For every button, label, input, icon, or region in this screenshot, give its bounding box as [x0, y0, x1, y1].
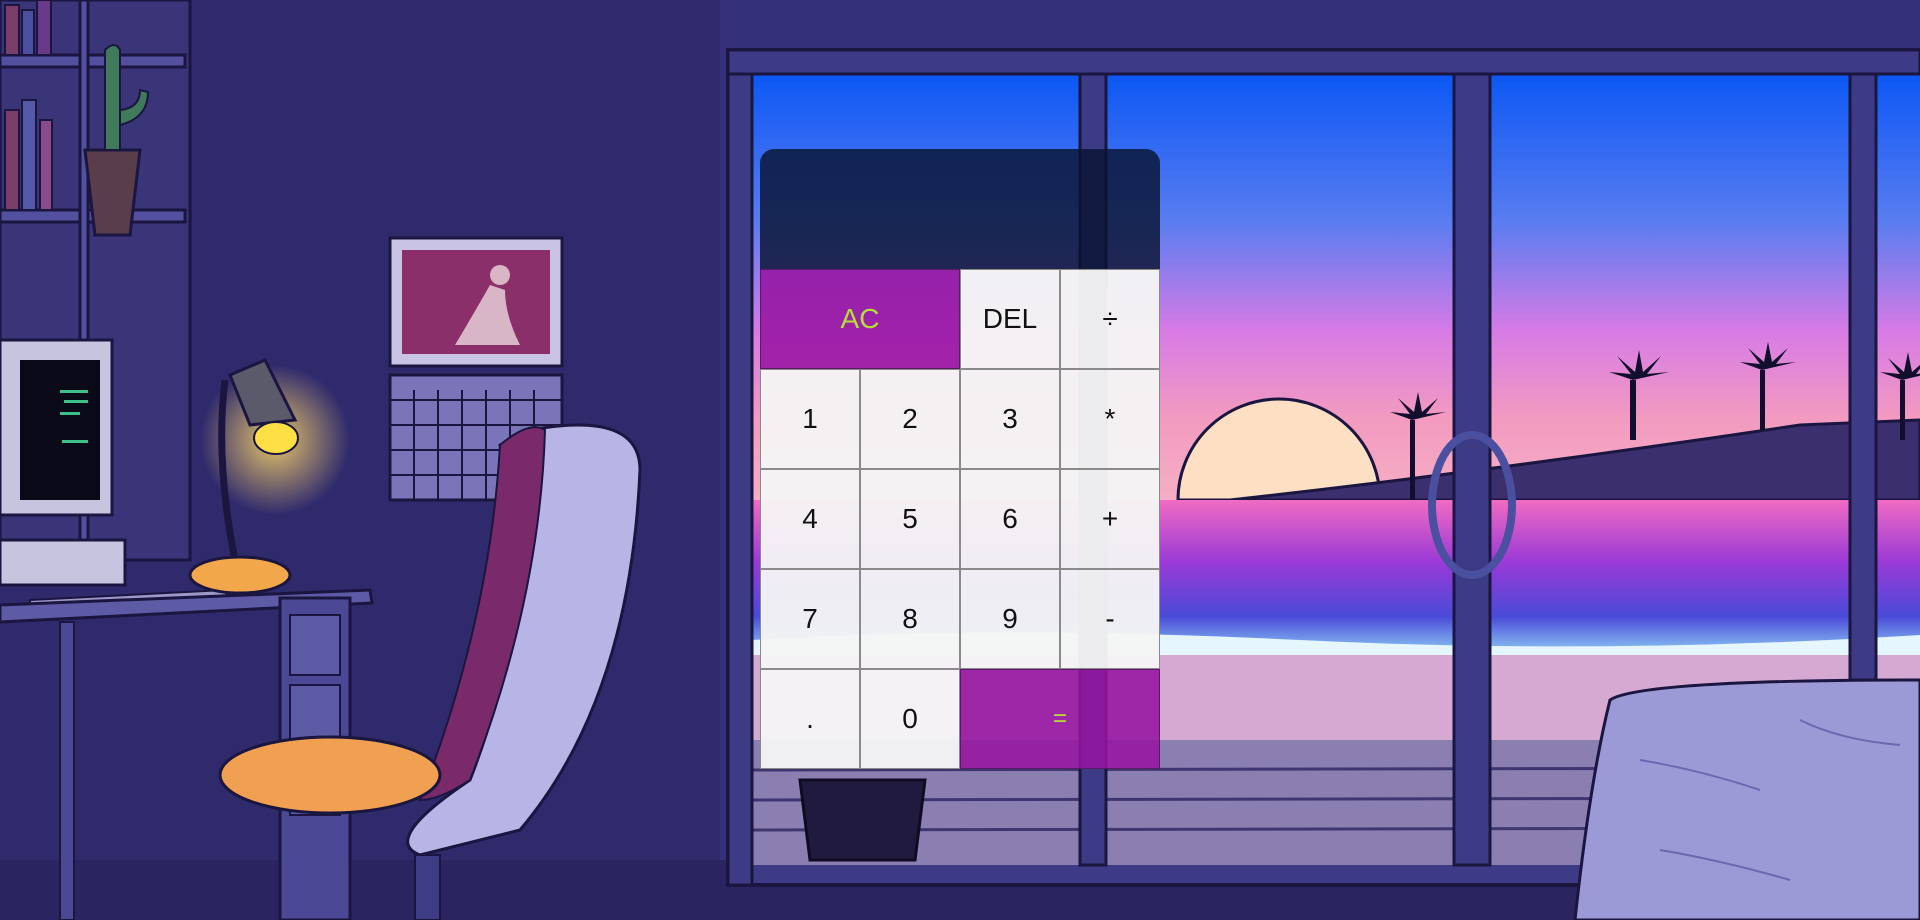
multiply-button[interactable]: *	[1060, 369, 1160, 469]
all-clear-button[interactable]: AC	[760, 269, 960, 369]
decimal-button[interactable]: .	[760, 669, 860, 769]
digit-3-button[interactable]: 3	[960, 369, 1060, 469]
calculator: AC DEL ÷ 1 2 3 * 4 5 6 + 7 8 9 - . 0 =	[760, 149, 1160, 769]
subtract-button[interactable]: -	[1060, 569, 1160, 669]
add-button[interactable]: +	[1060, 469, 1160, 569]
equals-button[interactable]: =	[960, 669, 1160, 769]
delete-button[interactable]: DEL	[960, 269, 1060, 369]
digit-1-button[interactable]: 1	[760, 369, 860, 469]
divide-button[interactable]: ÷	[1060, 269, 1160, 369]
digit-0-button[interactable]: 0	[860, 669, 960, 769]
digit-6-button[interactable]: 6	[960, 469, 1060, 569]
digit-7-button[interactable]: 7	[760, 569, 860, 669]
digit-8-button[interactable]: 8	[860, 569, 960, 669]
calculator-display	[760, 149, 1160, 269]
digit-2-button[interactable]: 2	[860, 369, 960, 469]
digit-5-button[interactable]: 5	[860, 469, 960, 569]
digit-9-button[interactable]: 9	[960, 569, 1060, 669]
digit-4-button[interactable]: 4	[760, 469, 860, 569]
